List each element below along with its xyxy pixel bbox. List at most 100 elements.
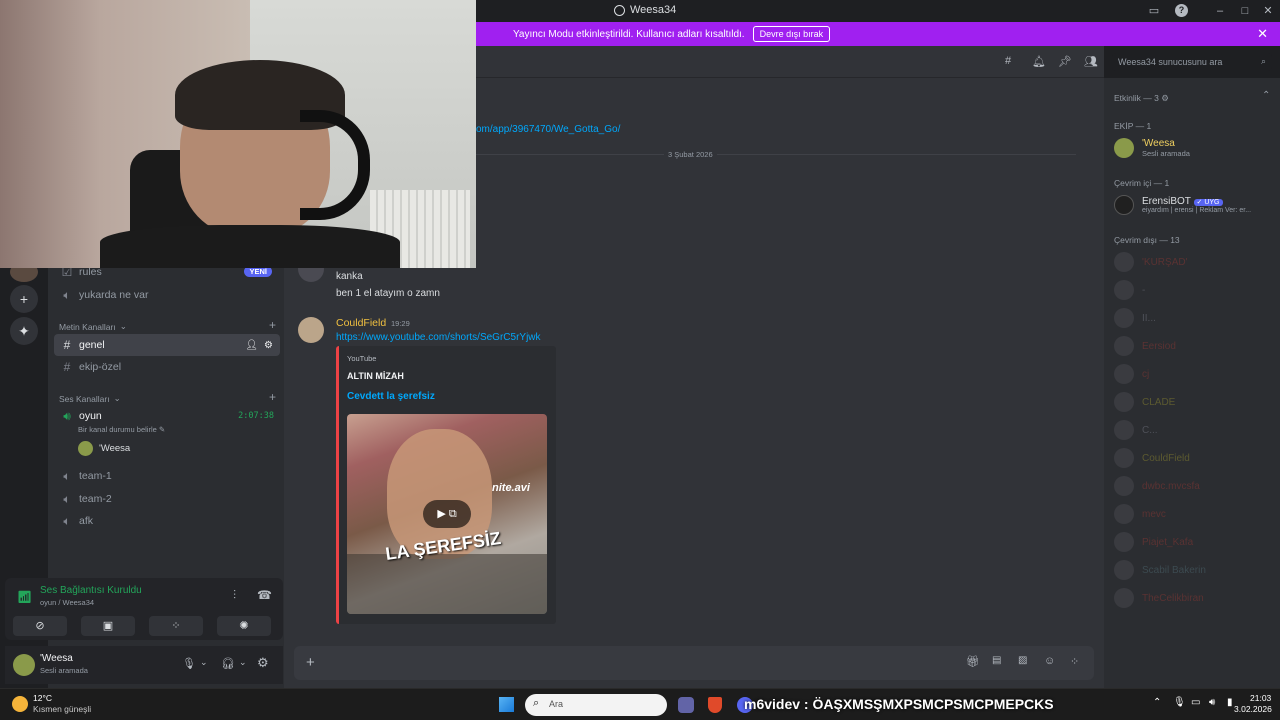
member-item[interactable]: mevc — [1114, 504, 1166, 524]
member-item[interactable]: 'KURŞAD' — [1114, 252, 1188, 272]
search-input[interactable]: Weesa34 sunucusunu ara ⌕ — [1112, 53, 1272, 71]
maximize-button[interactable]: □ — [1237, 3, 1253, 19]
taskbar-search-placeholder: Ara — [549, 699, 564, 709]
close-banner-icon[interactable]: ✕ — [1257, 26, 1268, 42]
signal-icon: 📶︎ — [17, 590, 33, 604]
member-item[interactable]: - — [1114, 280, 1145, 300]
emoji-icon[interactable]: ☺ — [1044, 655, 1055, 667]
clock-date[interactable]: 3.02.2026 — [1234, 704, 1272, 714]
voice-channel-afk[interactable]: 🔈︎ afk — [54, 510, 280, 532]
voice-channel-oyun[interactable]: 🔊︎ oyun 2:07:38 — [54, 405, 280, 427]
message-author[interactable]: CouldField — [336, 317, 386, 329]
avatar[interactable] — [13, 654, 35, 676]
weather-description[interactable]: Kısmen güneşli — [33, 704, 91, 714]
minimize-button[interactable]: – — [1212, 3, 1228, 19]
channel-status[interactable]: Bir kanal durumu belirle ✎ — [78, 425, 165, 434]
battery-icon[interactable]: ▮ — [1227, 697, 1233, 708]
weather-icon[interactable] — [12, 696, 28, 712]
member-name: mevc — [1142, 508, 1166, 520]
clock-time[interactable]: 21:03 — [1250, 693, 1271, 703]
member-status: eiyardım | erensi | Reklam Ver: er... — [1142, 207, 1252, 214]
avatar — [78, 441, 93, 456]
chevron-down-icon[interactable]: ⌄ — [200, 657, 208, 668]
channel-yukarda-ne-var[interactable]: 🔈︎ yukarda ne var — [54, 284, 280, 306]
inbox-icon[interactable]: ▭ — [1146, 3, 1162, 19]
avatar — [1114, 560, 1134, 580]
voice-channel-team-1[interactable]: 🔈︎ team-1 — [54, 465, 280, 487]
activities-button[interactable]: ⁘ — [149, 616, 203, 636]
weather-temperature[interactable]: 12°C — [33, 693, 52, 703]
embed-title[interactable]: Cevdett la şerefsiz — [347, 391, 435, 402]
member-item[interactable]: Piajet_Kafa — [1114, 532, 1193, 552]
brave-icon[interactable] — [708, 697, 722, 713]
chevron-up-icon[interactable]: ⌃ — [1153, 697, 1161, 708]
add-text-channel-icon[interactable]: + — [269, 318, 276, 332]
play-icon[interactable]: ▶ ⧉ — [423, 500, 471, 528]
settings-gear-icon[interactable]: ⚙ — [257, 655, 269, 671]
member-item[interactable]: Eersiod — [1114, 336, 1176, 356]
member-item[interactable]: C... — [1114, 420, 1158, 440]
headphones-icon[interactable]: 🎧︎ — [221, 657, 235, 670]
youtube-link[interactable]: https://www.youtube.com/shorts/SeGrC5rYj… — [336, 332, 541, 343]
member-item[interactable]: 'Weesa Sesli aramada — [1114, 138, 1190, 158]
channel-ekip-ozel[interactable]: # ekip-özel — [54, 356, 280, 378]
message-link[interactable]: om/app/3967470/We_Gotta_Go/ — [476, 124, 620, 135]
thumbnail-watermark: nite.avi — [492, 482, 530, 494]
member-item[interactable]: II... — [1114, 308, 1156, 328]
members-icon[interactable]: 👥︎ — [1084, 55, 1098, 68]
text-category[interactable]: Metin Kanalları ⌄ — [59, 321, 127, 332]
sticker-icon[interactable]: ▨ — [1018, 655, 1027, 666]
gift-icon[interactable]: 🎁︎ — [966, 655, 980, 668]
voice-status-subtitle[interactable]: oyun / Weesa34 — [40, 598, 94, 607]
gear-icon[interactable]: ⚙ — [264, 340, 273, 351]
volume-icon[interactable]: 🔊︎ — [1209, 697, 1215, 708]
apps-icon[interactable]: ⁘ — [1070, 655, 1079, 668]
teams-icon[interactable] — [678, 697, 694, 713]
voice-category[interactable]: Ses Kanalları ⌄ — [59, 393, 121, 404]
soundboard-button[interactable]: ✺ — [217, 616, 271, 636]
member-name: TheCelikbiran — [1142, 592, 1204, 604]
bell-icon[interactable]: 🔔︎ — [1032, 55, 1046, 68]
avatar — [1114, 308, 1134, 328]
add-attachment-icon[interactable]: + — [306, 654, 315, 671]
member-item[interactable]: Scabil Bakerin — [1114, 560, 1206, 580]
member-item[interactable]: ErensiBOT ✓ UYG eiyardım | erensi | Rekl… — [1114, 195, 1251, 215]
taskbar-search[interactable]: ⌕ Ara — [525, 694, 667, 716]
screen-share-button[interactable]: ▣ — [81, 616, 135, 636]
activity-header[interactable]: Etkinlik — 3 ⚙ — [1114, 93, 1169, 104]
member-item[interactable]: cj — [1114, 364, 1149, 384]
invite-icon[interactable]: 👤︎ — [245, 340, 258, 351]
close-window-button[interactable]: ✕ — [1260, 3, 1276, 19]
chevron-up-icon[interactable]: ⌃ — [1262, 90, 1270, 101]
channel-genel[interactable]: # genel 👤︎ ⚙ — [54, 334, 280, 356]
voice-user[interactable]: 'Weesa — [78, 441, 130, 456]
voice-status-title[interactable]: Ses Bağlantısı Kuruldu — [40, 585, 142, 596]
pin-icon[interactable]: 📌︎ — [1058, 55, 1072, 68]
start-icon[interactable] — [499, 697, 514, 712]
threads-icon[interactable]: # — [1005, 55, 1011, 67]
add-server-icon[interactable]: + — [10, 285, 38, 313]
camera-off-button[interactable]: ⊘ — [13, 616, 67, 636]
member-item[interactable]: CouldField — [1114, 448, 1190, 468]
help-icon[interactable]: ? — [1175, 4, 1188, 17]
video-thumbnail[interactable]: nite.avi ▶ ⧉ LA ŞEREFSİZ — [347, 414, 547, 614]
user-name[interactable]: 'Weesa — [40, 653, 73, 664]
member-item[interactable]: CLADE — [1114, 392, 1175, 412]
network-icon[interactable]: ▭ — [1191, 697, 1200, 708]
noise-suppression-icon[interactable]: ⫶ — [233, 588, 236, 603]
discover-icon[interactable]: ✦ — [10, 317, 38, 345]
avatar — [1114, 448, 1134, 468]
voice-channel-team-2[interactable]: 🔈︎ team-2 — [54, 488, 280, 510]
disable-streamer-mode-button[interactable]: Devre dışı bırak — [752, 26, 831, 42]
microphone-tray-icon[interactable]: 🎙︎ — [1173, 697, 1186, 708]
disconnect-icon[interactable]: ☎ — [257, 588, 272, 602]
gif-icon[interactable]: ▤ — [992, 655, 1001, 666]
message-input[interactable]: + 🎁︎ ▤ ▨ ☺ ⁘ — [294, 646, 1094, 680]
avatar[interactable] — [298, 317, 324, 343]
embed-author[interactable]: ALTIN MİZAH — [347, 371, 404, 381]
member-item[interactable]: dwbc.mvcsfa — [1114, 476, 1200, 496]
add-voice-channel-icon[interactable]: + — [269, 390, 276, 404]
member-item[interactable]: TheCelikbiran — [1114, 588, 1204, 608]
chevron-down-icon[interactable]: ⌄ — [239, 657, 247, 668]
microphone-icon[interactable]: 🎙︎ — [182, 657, 196, 670]
